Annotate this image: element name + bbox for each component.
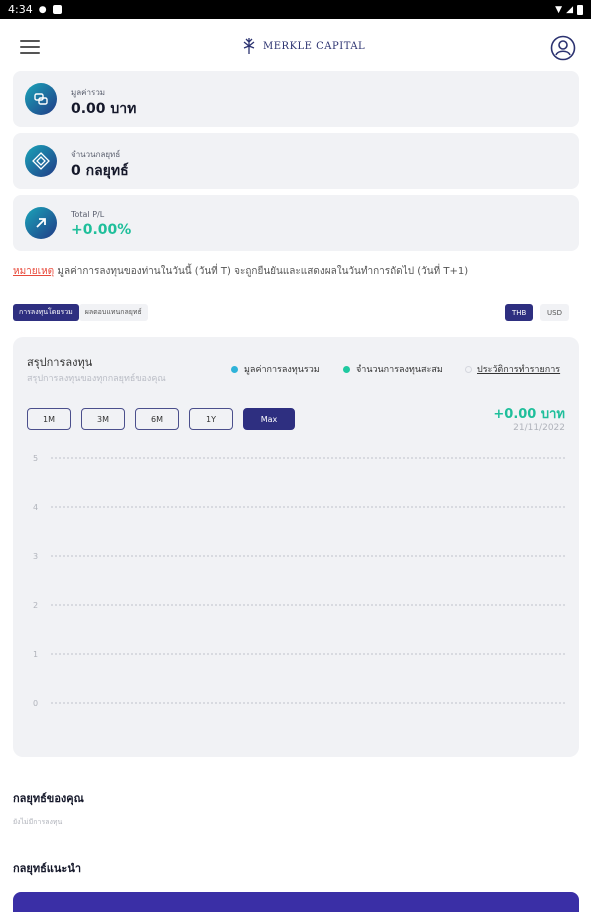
notice-text: หมายเหตุ มูลค่าการลงทุนของท่านในวันนี้ (… [13, 264, 583, 279]
strategy-count-card: จำนวนกลยุทธ์ 0 กลยุทธ์ [13, 133, 579, 189]
tab-strategy-returns[interactable]: ผลตอบแทนกลยุทธ์ [78, 304, 148, 321]
logo-text: MERKLE CAPITAL [263, 40, 366, 52]
y-tick-label: 2 [33, 601, 38, 610]
view-tabs: การลงทุนโดยรวม ผลตอบแทนกลยุทธ์ [13, 304, 148, 321]
strategy-grid-icon [25, 145, 57, 177]
y-tick-label: 4 [33, 503, 38, 512]
currency-usd-button[interactable]: USD [540, 304, 569, 321]
my-strategies-empty-text: ยังไม่มีการลงทุน [13, 818, 63, 826]
y-tick-label: 1 [33, 650, 38, 659]
total-pl-value: +0.00% [71, 222, 132, 238]
battery-icon [577, 4, 583, 15]
notice-prefix[interactable]: หมายเหตุ [13, 266, 54, 277]
notification-icon: ● [38, 4, 47, 15]
my-strategies-title: กลยุทธ์ของคุณ [13, 792, 84, 805]
y-tick-label: 0 [33, 699, 38, 708]
hamburger-menu-icon[interactable] [20, 40, 40, 54]
total-pl-card: Total P/L +0.00% [13, 195, 579, 251]
strategy-count-value: 0 กลยุทธ์ [71, 163, 129, 179]
investment-summary-card: สรุปการลงทุน สรุปการลงทุนของทุกกลยุทธ์ขอ… [13, 337, 579, 757]
status-time: 4:34 [8, 3, 33, 16]
y-tick-label: 5 [33, 454, 38, 463]
signal-icon: ◢ [566, 4, 573, 15]
y-tick-label: 3 [33, 552, 38, 561]
merkle-capital-logo: MERKLE CAPITAL [241, 37, 365, 55]
wifi-icon: ▼ [555, 4, 563, 15]
status-bar: 4:34 ● ▼ ◢ [0, 0, 591, 19]
recommended-strategy-card[interactable] [13, 892, 579, 912]
logo-mark-icon [243, 38, 255, 54]
tab-overall-investment[interactable]: การลงทุนโดยรวม [13, 304, 79, 321]
app-notification-icon [52, 5, 62, 14]
recommended-strategies-title: กลยุทธ์แนะนำ [13, 862, 82, 875]
total-value-card: มูลค่ารวม 0.00 บาท [13, 71, 579, 127]
user-profile-icon[interactable] [550, 35, 576, 61]
investment-chart: 5 4 3 2 1 0 [33, 454, 565, 708]
trend-up-arrow-icon [25, 207, 57, 239]
currency-thb-button[interactable]: THB [505, 304, 534, 321]
total-pl-label: Total P/L [71, 210, 105, 219]
wallet-icon [25, 83, 57, 115]
notice-body: มูลค่าการลงทุนของท่านในวันนี้ (วันที่ T)… [54, 266, 469, 277]
total-value-amount: 0.00 บาท [71, 101, 137, 117]
app-header: MERKLE CAPITAL [0, 19, 591, 74]
